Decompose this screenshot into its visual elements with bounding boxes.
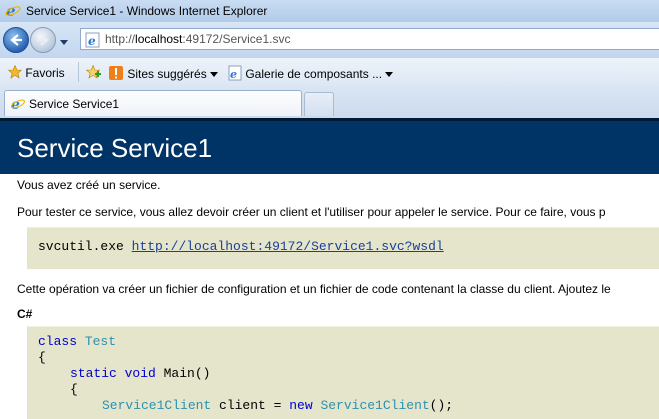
- favorites-button[interactable]: Favoris: [7, 64, 65, 80]
- page-title: Service Service1: [17, 133, 213, 163]
- ie-logo-icon: e: [5, 2, 21, 22]
- command-line: svcutil.exe http://localhost:49172/Servi…: [38, 239, 444, 254]
- page-content: Service Service1 Vous avez créé un servi…: [0, 118, 659, 419]
- tab-bar: e Service Service1: [0, 86, 659, 118]
- test-instructions-text: Pour tester ce service, vous allez devoi…: [17, 205, 606, 219]
- ie-page-icon: e: [228, 65, 242, 81]
- favorites-bar: Favoris Sites suggérés e Galerie de comp…: [0, 58, 659, 87]
- code-line: {: [38, 350, 46, 365]
- tab-label: Service Service1: [29, 97, 120, 111]
- chevron-down-icon: [60, 40, 68, 45]
- wsdl-link[interactable]: http://localhost:49172/Service1.svc?wsdl: [132, 239, 444, 254]
- page-header: Service Service1: [0, 118, 659, 174]
- divider: [78, 62, 79, 82]
- address-bar[interactable]: e http://localhost:49172/Service1.svc: [80, 28, 659, 50]
- url-text[interactable]: http://localhost:49172/Service1.svc: [105, 32, 290, 46]
- star-icon: [7, 64, 23, 79]
- tab-service-service1[interactable]: e Service Service1: [4, 90, 302, 116]
- svg-text:e: e: [88, 34, 96, 48]
- command-text: svcutil.exe: [38, 239, 124, 254]
- window-title: Service Service1 - Windows Internet Expl…: [26, 4, 268, 18]
- code-line: class Test: [38, 334, 117, 349]
- navigation-bar: e http://localhost:49172/Service1.svc: [0, 22, 659, 58]
- code-line: {: [70, 382, 78, 397]
- suggested-sites-icon: [109, 66, 123, 80]
- new-tab-button[interactable]: [304, 92, 334, 116]
- back-arrow-icon: [10, 34, 22, 46]
- history-dropdown-button[interactable]: [59, 34, 69, 45]
- forward-arrow-icon: [37, 34, 49, 46]
- code-line: Service1Client client = new Service1Clie…: [102, 398, 454, 413]
- language-label: C#: [17, 307, 33, 321]
- add-to-favorites-button[interactable]: [85, 64, 102, 80]
- forward-button[interactable]: [30, 27, 56, 53]
- command-box: svcutil.exe http://localhost:49172/Servi…: [27, 227, 659, 269]
- code-sample-box: class Test { static void Main() { Servic…: [27, 326, 659, 419]
- ie-page-icon: e: [85, 32, 101, 53]
- add-favorite-icon: [85, 64, 101, 79]
- chevron-down-icon: [210, 72, 219, 77]
- intro-text: Vous avez créé un service.: [17, 178, 161, 192]
- component-gallery-link[interactable]: e Galerie de composants ...: [228, 65, 394, 81]
- code-line: static void Main(): [70, 366, 211, 381]
- operation-text: Cette opération va créer un fichier de c…: [17, 282, 611, 296]
- back-button[interactable]: [3, 27, 29, 53]
- svg-text:e: e: [230, 68, 237, 81]
- suggested-sites-link[interactable]: Sites suggérés: [108, 65, 219, 81]
- title-bar: e Service Service1 - Windows Internet Ex…: [0, 0, 659, 22]
- chevron-down-icon: [385, 72, 394, 77]
- ie-page-icon: e: [10, 96, 26, 115]
